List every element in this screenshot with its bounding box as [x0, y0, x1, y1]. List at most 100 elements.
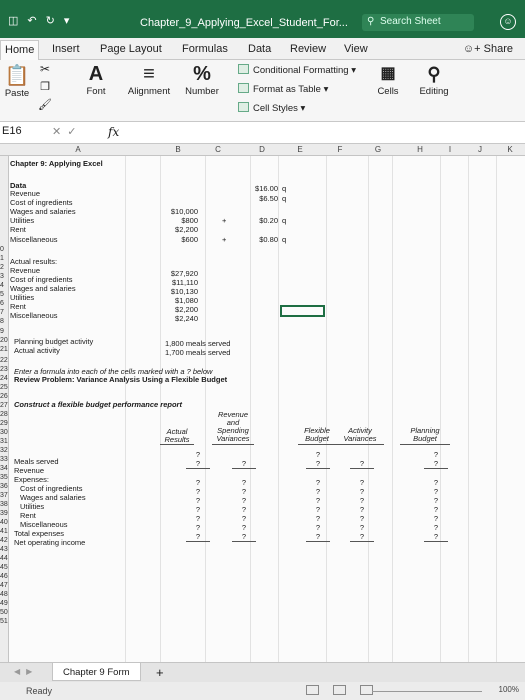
row-number[interactable]: 24 — [0, 375, 8, 382]
row-number[interactable]: 31 — [0, 438, 8, 445]
row-number[interactable]: 23 — [0, 366, 8, 373]
q-variance-total-expenses[interactable]: ? — [236, 523, 252, 532]
q-planning-revenue[interactable]: ? — [428, 459, 444, 468]
selected-cell-e16[interactable] — [280, 305, 325, 317]
row-number[interactable]: 20 — [0, 337, 8, 344]
utilities-rate[interactable]: $0.20 — [230, 216, 278, 225]
q-planning-utilities[interactable]: ? — [428, 496, 444, 505]
rent-fixed[interactable]: $2,200 — [150, 225, 198, 234]
q-activity-revenue[interactable]: ? — [354, 459, 370, 468]
row-number[interactable]: 7 — [0, 309, 4, 316]
next-sheet-icon[interactable]: ▶ — [26, 667, 38, 676]
row-number[interactable]: 22 — [0, 357, 8, 364]
q-flexible-utilities[interactable]: ? — [310, 496, 326, 505]
column-header-i[interactable]: I — [440, 145, 460, 154]
column-header-f[interactable]: F — [330, 145, 350, 154]
q-actual-revenue[interactable]: ? — [190, 459, 206, 468]
actual-utilities-value[interactable]: $1,080 — [150, 296, 198, 305]
cell-styles-button[interactable]: Cell Styles ▾ — [238, 102, 305, 114]
row-number[interactable]: 43 — [0, 546, 8, 553]
save-icon[interactable]: ◫ — [8, 14, 18, 27]
row-number[interactable]: 6 — [0, 300, 4, 307]
column-header-b[interactable]: B — [168, 145, 188, 154]
editing-group-button[interactable]: ⚲ Editing — [414, 62, 454, 97]
row-number[interactable]: 29 — [0, 420, 8, 427]
sheet-tab-chapter-9-form[interactable]: Chapter 9 Form — [52, 663, 141, 681]
share-button[interactable]: ☺+ Share — [463, 43, 513, 55]
misc-rate[interactable]: $0.80 — [230, 235, 278, 244]
q-flexible-rent[interactable]: ? — [310, 505, 326, 514]
column-header-h[interactable]: H — [410, 145, 430, 154]
undo-icon[interactable]: ↶ — [27, 14, 36, 27]
q-planning-rent[interactable]: ? — [428, 505, 444, 514]
row-number[interactable]: 40 — [0, 519, 8, 526]
q-variance-ingredients[interactable]: ? — [236, 478, 252, 487]
column-header-g[interactable]: G — [368, 145, 388, 154]
q-activity-utilities[interactable]: ? — [354, 496, 370, 505]
q-actual-misc[interactable]: ? — [190, 514, 206, 523]
q-planning-wages[interactable]: ? — [428, 487, 444, 496]
cut-icon[interactable]: ✂ — [36, 62, 54, 76]
row-number[interactable]: 8 — [0, 318, 4, 325]
q-activity-net-income[interactable]: ? — [354, 532, 370, 541]
row-number[interactable]: 3 — [0, 273, 4, 280]
q-actual-utilities[interactable]: ? — [190, 496, 206, 505]
utilities-fixed[interactable]: $800 — [150, 216, 198, 225]
row-number[interactable]: 1 — [0, 255, 4, 262]
row-number[interactable]: 0 — [0, 246, 4, 253]
row-number[interactable]: 28 — [0, 411, 8, 418]
redo-icon[interactable]: ↻ — [46, 14, 55, 27]
q-actual-total-expenses[interactable]: ? — [190, 523, 206, 532]
feedback-smiley-icon[interactable]: ☺ — [500, 14, 516, 30]
row-number[interactable]: 36 — [0, 483, 8, 490]
wages-fixed[interactable]: $10,000 — [150, 207, 198, 216]
q-flexible-total-expenses[interactable]: ? — [310, 523, 326, 532]
actual-ingredients-value[interactable]: $11,110 — [150, 278, 198, 287]
row-number[interactable]: 46 — [0, 573, 8, 580]
confirm-icon[interactable]: ✓ — [67, 126, 82, 138]
tab-data[interactable]: Data — [248, 43, 271, 55]
q-variance-wages[interactable]: ? — [236, 487, 252, 496]
column-header-c[interactable]: C — [208, 145, 228, 154]
q-flexible-misc[interactable]: ? — [310, 514, 326, 523]
column-header-a[interactable]: A — [48, 145, 108, 154]
tab-home[interactable]: Home — [0, 40, 40, 60]
planning-activity-value[interactable]: 1,800 meals served — [165, 339, 230, 348]
actual-rent-value[interactable]: $2,200 — [150, 305, 198, 314]
row-number[interactable]: 50 — [0, 609, 8, 616]
q-activity-wages[interactable]: ? — [354, 487, 370, 496]
q-planning-ingredients[interactable]: ? — [428, 478, 444, 487]
format-painter-icon[interactable]: 🖌 — [36, 98, 54, 111]
search-sheet-input[interactable]: ⚲ Search Sheet — [362, 14, 474, 31]
actual-activity-value[interactable]: 1,700 meals served — [165, 348, 230, 357]
row-number[interactable]: 34 — [0, 465, 8, 472]
prev-sheet-icon[interactable]: ◀ — [14, 667, 26, 676]
misc-fixed[interactable]: $600 — [150, 235, 198, 244]
zoom-slider[interactable] — [372, 691, 482, 692]
tab-view[interactable]: View — [344, 43, 368, 55]
page-break-view-icon[interactable] — [360, 685, 373, 695]
ingredients-rate[interactable]: $6.50 — [230, 194, 278, 203]
actual-misc-value[interactable]: $2,240 — [150, 314, 198, 323]
q-variance-revenue[interactable]: ? — [236, 459, 252, 468]
q-planning-meals[interactable]: ? — [428, 450, 444, 459]
zoom-level[interactable]: 100% — [499, 685, 519, 694]
column-header-d[interactable]: D — [252, 145, 272, 154]
name-box[interactable]: E16 — [0, 125, 36, 137]
row-number[interactable]: 25 — [0, 384, 8, 391]
page-layout-view-icon[interactable] — [333, 685, 346, 695]
q-flexible-net-income[interactable]: ? — [310, 532, 326, 541]
tab-insert[interactable]: Insert — [52, 43, 80, 55]
row-number[interactable]: 51 — [0, 618, 8, 625]
row-number[interactable]: 49 — [0, 600, 8, 607]
row-number[interactable]: 26 — [0, 393, 8, 400]
q-planning-net-income[interactable]: ? — [428, 532, 444, 541]
row-number[interactable]: 48 — [0, 591, 8, 598]
row-number[interactable]: 21 — [0, 346, 8, 353]
row-number[interactable]: 47 — [0, 582, 8, 589]
q-actual-net-income[interactable]: ? — [190, 532, 206, 541]
column-header-e[interactable]: E — [290, 145, 310, 154]
column-header-k[interactable]: K — [500, 145, 520, 154]
row-number[interactable]: 32 — [0, 447, 8, 454]
alignment-group-button[interactable]: ≡ Alignment — [124, 62, 174, 97]
